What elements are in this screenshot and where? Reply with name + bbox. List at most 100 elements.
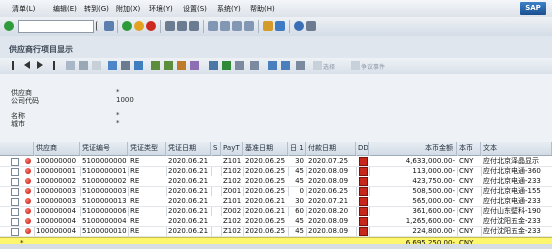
cell-vendor: 100000004: [36, 227, 77, 235]
row-checkbox[interactable]: [11, 198, 19, 206]
filter-icon[interactable]: [134, 61, 143, 70]
table-row[interactable]: 100000004 5100000010 RE 2020.06.21 Z102 2020.…: [0, 226, 552, 237]
cell-doc: 5100000010: [82, 227, 127, 235]
cell-paydate: 2020.08.09: [308, 217, 349, 225]
menu-edit[interactable]: 编辑(E): [53, 4, 77, 14]
row-checkbox[interactable]: [11, 188, 19, 196]
menu-settings[interactable]: 设置(S): [183, 4, 207, 14]
cell-s: [211, 176, 221, 186]
due-date-icon: [359, 177, 368, 186]
header-vendor[interactable]: 供应商: [34, 142, 80, 155]
last-page-icon[interactable]: [244, 21, 254, 31]
back-icon[interactable]: [122, 21, 132, 31]
menu-goto[interactable]: 转到(G): [84, 4, 109, 14]
save-icon[interactable]: [104, 21, 114, 31]
open-item-status-icon: [25, 168, 31, 174]
sort-desc-icon[interactable]: [164, 61, 173, 70]
cell-paydate: 2020.08.20: [308, 207, 349, 215]
row-checkbox[interactable]: [11, 168, 19, 176]
cell-base: 2020.06.25: [245, 157, 286, 165]
header-currency[interactable]: 本币: [457, 142, 481, 155]
layout-select-icon[interactable]: [250, 61, 259, 70]
header-payt[interactable]: PayT: [221, 142, 243, 155]
dispute-label[interactable]: 争议事件: [361, 62, 385, 71]
cell-cur: CNY: [459, 157, 474, 165]
header-doc-date[interactable]: 凭证日期: [166, 142, 211, 155]
find-next-icon[interactable]: [189, 21, 199, 31]
choose-icon[interactable]: [108, 61, 117, 70]
layout-menu-icon[interactable]: [306, 21, 316, 31]
due-date-icon: [359, 187, 368, 196]
print-list-icon[interactable]: [121, 61, 130, 70]
dispute-icon[interactable]: [351, 61, 360, 70]
cell-cur: CNY: [459, 187, 474, 195]
flag-icon[interactable]: [92, 61, 101, 70]
row-checkbox[interactable]: [11, 158, 19, 166]
next-item-icon[interactable]: [37, 61, 43, 69]
header-dd[interactable]: DD: [356, 142, 369, 155]
cell-amount: 4,633,000.00-: [405, 157, 455, 165]
sum-icon[interactable]: [190, 61, 199, 70]
row-checkbox[interactable]: [11, 178, 19, 186]
menu-system[interactable]: 系统(Y): [217, 4, 241, 14]
prev-page-icon[interactable]: [220, 21, 230, 31]
row-checkbox[interactable]: [11, 208, 19, 216]
header-s[interactable]: S: [211, 142, 221, 155]
menu-environment[interactable]: 环境(Y): [149, 4, 173, 14]
company-code-value: 1000: [116, 96, 134, 104]
open-item-status-icon: [25, 178, 31, 184]
export-icon[interactable]: [222, 61, 231, 70]
settings-icon[interactable]: [268, 61, 277, 70]
next-page-icon[interactable]: [232, 21, 242, 31]
enter-icon[interactable]: [4, 21, 14, 31]
row-checkbox[interactable]: [11, 228, 19, 236]
header-doc-type[interactable]: 凭证类型: [128, 142, 166, 155]
horizontal-scrollbar[interactable]: [0, 244, 552, 249]
cell-paydate: 2020.06.25: [308, 187, 349, 195]
menu-help[interactable]: 帮助(H): [250, 4, 275, 14]
first-page-icon[interactable]: [208, 21, 218, 31]
due-date-icon: [359, 217, 368, 226]
chevron-left-icon[interactable]: [96, 21, 103, 31]
header-base-date[interactable]: 基准日期: [243, 142, 288, 155]
print-icon[interactable]: [165, 21, 175, 31]
layout-icon[interactable]: [235, 61, 244, 70]
find-icon[interactable]: [177, 21, 187, 31]
shortcut-icon[interactable]: [275, 21, 285, 31]
header-doc-number[interactable]: 凭证编号: [80, 142, 128, 155]
select-icon[interactable]: [313, 61, 322, 70]
select-label[interactable]: 选择: [323, 62, 335, 71]
prev-item-icon[interactable]: [24, 61, 30, 69]
cell-text: 应付北京泽晶显示: [483, 157, 539, 165]
header-amount[interactable]: 本币金额: [369, 142, 457, 155]
edit-icon[interactable]: [66, 61, 75, 70]
cell-doc: 5100000002: [82, 177, 127, 185]
cell-text: 应付山东壁科-190: [483, 207, 541, 215]
cell-vendor: 100000001: [36, 167, 77, 175]
menu-list[interactable]: 清单(L): [12, 4, 35, 14]
row-checkbox[interactable]: [11, 218, 19, 226]
info-icon[interactable]: [281, 61, 290, 70]
sort-asc-icon[interactable]: [151, 61, 160, 70]
attachment-icon[interactable]: [296, 61, 305, 70]
open-item-status-icon: [25, 188, 31, 194]
find-in-list-icon[interactable]: [177, 61, 186, 70]
help-icon[interactable]: [294, 21, 304, 31]
cell-s: [211, 206, 221, 216]
header-days[interactable]: 日 1: [288, 142, 306, 155]
header-text[interactable]: 文本: [481, 142, 552, 155]
due-date-icon: [359, 227, 368, 236]
cell-paydate: 2020.08.09: [308, 167, 349, 175]
last-item-icon[interactable]: [48, 61, 55, 70]
exit-icon[interactable]: [134, 21, 144, 31]
header-pay-date[interactable]: 付款日期: [306, 142, 356, 155]
cancel-icon[interactable]: [146, 21, 156, 31]
new-session-icon[interactable]: [263, 21, 273, 31]
first-item-icon[interactable]: [12, 61, 19, 70]
menu-extras[interactable]: 附加(X): [116, 4, 140, 14]
due-date-icon: [359, 157, 368, 166]
grid-icon[interactable]: [209, 61, 218, 70]
command-field[interactable]: [18, 20, 94, 33]
cell-payt: Z101: [223, 197, 242, 205]
detail-icon[interactable]: [79, 61, 88, 70]
